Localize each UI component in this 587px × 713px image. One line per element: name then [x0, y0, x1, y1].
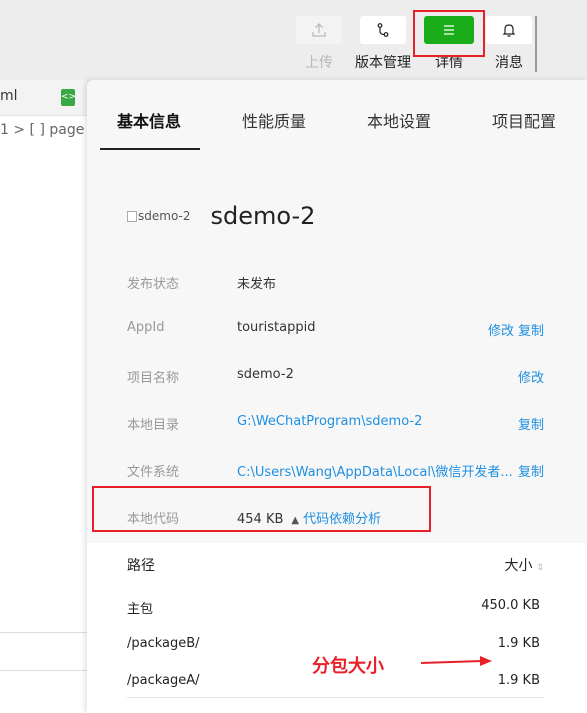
appid-value: touristappid	[237, 320, 316, 335]
appid-label: AppId	[127, 320, 165, 335]
version-management-button[interactable]: 版本管理	[353, 16, 413, 72]
table-row: 主包 450.0 KB	[127, 598, 540, 617]
editor-tab-bar: ml <>	[0, 80, 87, 116]
info-row-file-system: 文件系统 C:\Users\Wang\AppData\Local\微信开发者..…	[127, 461, 544, 481]
status-label: 发布状态	[127, 277, 180, 292]
project-name-label: 项目名称	[127, 371, 180, 386]
editor-tab-fragment[interactable]: ml	[0, 88, 18, 104]
package-path: /packageB/	[127, 636, 200, 651]
local-dir-label: 本地目录	[127, 418, 180, 433]
divider	[0, 670, 87, 671]
tab-project-config[interactable]: 项目配置	[492, 108, 556, 132]
broken-image-icon	[127, 210, 137, 222]
toolbar: 上传 版本管理 详情 消息	[0, 0, 587, 80]
size-column-header[interactable]: 大小 ⇕	[504, 555, 544, 575]
info-row-project-name: 项目名称 sdemo-2 修改	[127, 367, 544, 387]
appid-copy-link[interactable]: 复制	[518, 324, 544, 339]
project-header: sdemo-2 sdemo-2	[127, 202, 315, 230]
annotation-arrow-icon	[420, 656, 492, 666]
messages-button[interactable]: 消息	[479, 16, 539, 72]
local-dir-copy-link[interactable]: 复制	[518, 418, 544, 433]
status-value: 未发布	[237, 277, 277, 292]
tab-local-settings[interactable]: 本地设置	[367, 108, 431, 132]
version-management-label: 版本管理	[355, 55, 411, 71]
project-name-value: sdemo-2	[237, 367, 294, 382]
project-name: sdemo-2	[210, 202, 316, 230]
package-size: 1.9 KB	[497, 673, 540, 688]
file-system-link[interactable]: C:\Users\Wang\AppData\Local\微信开发者...	[237, 461, 513, 480]
details-tabs: 基本信息 性能质量 本地设置 项目配置	[87, 80, 587, 150]
breadcrumb: 1 > [ ] page	[0, 122, 85, 138]
divider	[0, 632, 87, 633]
file-system-copy-link[interactable]: 复制	[518, 465, 544, 480]
package-path: 主包	[127, 602, 154, 617]
editor-pane: ml <> 1 > [ ] page	[0, 80, 87, 713]
package-size-table: 路径 大小 ⇕ 主包 450.0 KB /packageB/ 1.9 KB /pa…	[87, 543, 587, 713]
info-row-local-dir: 本地目录 G:\WeChatProgram\sdemo-2 复制	[127, 414, 544, 434]
sort-icon[interactable]: ⇕	[536, 563, 544, 573]
file-system-label: 文件系统	[127, 465, 180, 480]
details-highlight-box	[413, 10, 485, 57]
tab-performance[interactable]: 性能质量	[242, 108, 306, 132]
project-avatar-alt: sdemo-2	[138, 209, 191, 223]
bell-icon	[502, 24, 516, 37]
table-header: 路径 大小 ⇕	[127, 555, 544, 575]
annotation-label: 分包大小	[312, 656, 384, 677]
active-tab-indicator	[100, 148, 200, 150]
table-row: /packageB/ 1.9 KB	[127, 636, 540, 651]
project-name-edit-link[interactable]: 修改	[518, 371, 544, 386]
info-row-status: 发布状态 未发布	[127, 273, 544, 293]
branch-icon	[377, 23, 389, 37]
info-row-appid: AppId touristappid 修改 复制	[127, 320, 544, 340]
path-column-header: 路径	[127, 558, 155, 574]
toolbar-divider	[535, 16, 537, 72]
package-size: 450.0 KB	[481, 598, 540, 613]
file-icon[interactable]: <>	[61, 89, 76, 106]
package-path: /packageA/	[127, 673, 200, 688]
local-code-highlight-box	[92, 486, 431, 532]
project-avatar: sdemo-2	[127, 209, 190, 223]
table-divider	[127, 697, 544, 698]
local-dir-link[interactable]: G:\WeChatProgram\sdemo-2	[237, 414, 422, 429]
upload-label: 上传	[305, 55, 333, 71]
tab-basic-info[interactable]: 基本信息	[117, 108, 181, 132]
appid-edit-link[interactable]: 修改	[488, 324, 514, 339]
messages-label: 消息	[495, 55, 523, 71]
package-size: 1.9 KB	[497, 636, 540, 651]
upload-icon	[312, 23, 326, 37]
upload-button[interactable]: 上传	[289, 16, 349, 72]
